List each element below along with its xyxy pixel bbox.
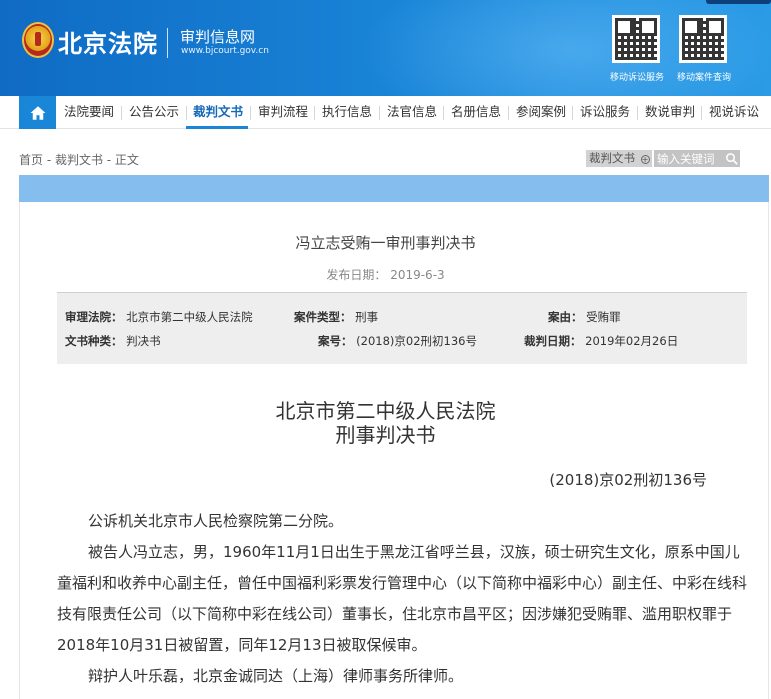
qr-code-case-query <box>679 15 727 63</box>
info-judge-date-value: 2019年02月26日 <box>585 334 679 348</box>
search-icon[interactable] <box>724 151 739 166</box>
site-name[interactable]: 北京法院 <box>58 24 158 59</box>
info-case-type-value: 刑事 <box>355 310 379 324</box>
publish-date-value: 2019-6-3 <box>390 268 445 282</box>
content-header-band <box>19 175 769 202</box>
nav-item-data-trial[interactable]: 数说审判 <box>645 96 695 129</box>
info-doc-type-label: 文书种类： <box>65 334 123 348</box>
info-judge-date-label: 裁判日期： <box>524 334 582 348</box>
search-scope-label: 裁判文书 <box>589 151 635 165</box>
qr-code-litigation <box>612 15 660 63</box>
nav-item-reference-cases[interactable]: 参阅案例 <box>516 96 566 129</box>
nav-separator <box>379 106 380 120</box>
nav-item-announcements[interactable]: 公告公示 <box>129 96 179 129</box>
nav-item-execution[interactable]: 执行信息 <box>322 96 372 129</box>
info-cause-value: 受贿罪 <box>586 310 621 324</box>
document-kind-heading: 刑事判决书 <box>335 423 436 447</box>
main-nav: 法院要闻 公告公示 裁判文书 审判流程 执行信息 法官信息 名册信息 参阅案例 … <box>0 96 771 129</box>
nav-item-video-litigation[interactable]: 视说诉讼 <box>709 96 759 129</box>
info-case-no: 案号： (2018)京02刑初136号 <box>318 333 477 349</box>
nav-separator <box>121 106 122 120</box>
nav-item-litigation-service[interactable]: 诉讼服务 <box>580 96 630 129</box>
court-emblem-icon <box>22 22 54 58</box>
info-court-value: 北京市第二中级人民法院 <box>126 310 253 324</box>
site-url: www.bjcourt.gov.cn <box>181 46 269 56</box>
site-header: 北京法院 审判信息网 www.bjcourt.gov.cn 移动诉讼服务 移动案… <box>0 0 771 96</box>
qr-label-case-query: 移动案件查询 <box>677 73 732 83</box>
info-case-type-label: 案件类型： <box>294 310 352 324</box>
home-button[interactable] <box>19 96 56 129</box>
nav-separator <box>508 106 509 120</box>
info-judge-date: 裁判日期： 2019年02月26日 <box>524 333 678 349</box>
nav-item-judges[interactable]: 法官信息 <box>387 96 437 129</box>
nav-item-judgments[interactable]: 裁判文书 <box>193 96 243 129</box>
nav-separator <box>443 106 444 120</box>
expand-icon: + <box>640 155 650 164</box>
qr-label-litigation: 移动诉讼服务 <box>610 73 665 83</box>
nav-active-indicator <box>186 126 248 129</box>
info-case-no-value: (2018)京02刑初136号 <box>356 334 477 348</box>
site-subtitle: 审判信息网 <box>180 28 256 46</box>
case-info-box: 审理法院： 北京市第二中级人民法院 案件类型： 刑事 案由： 受贿罪 文书种类：… <box>57 292 747 364</box>
info-doc-type-value: 判决书 <box>126 334 161 348</box>
info-doc-type: 文书种类： 判决书 <box>65 333 161 349</box>
publish-date: 发布日期： 2019-6-3 <box>0 266 771 283</box>
info-court: 审理法院： 北京市第二中级人民法院 <box>65 309 253 325</box>
info-cause: 案由： 受贿罪 <box>548 309 621 325</box>
nav-separator <box>250 106 251 120</box>
nav-separator <box>701 106 702 120</box>
case-number: (2018)京02刑初136号 <box>549 471 707 489</box>
home-icon <box>30 105 45 120</box>
info-court-label: 审理法院： <box>65 310 123 324</box>
search-scope-select[interactable]: 裁判文书 + <box>586 150 652 167</box>
document-title: 冯立志受贿一审刑事判决书 <box>295 234 476 252</box>
nav-item-registry[interactable]: 名册信息 <box>451 96 501 129</box>
info-case-type: 案件类型： 刑事 <box>294 309 378 325</box>
paragraph: 被告人冯立志，男，1960年11月1日出生于黑龙江省呼兰县，汉族，硕士研究生文化… <box>57 543 748 654</box>
header-divider <box>167 28 168 58</box>
nav-item-trial-process[interactable]: 审判流程 <box>258 96 308 129</box>
paragraph: 辩护人叶乐磊，北京金诚同达（上海）律师事务所律师。 <box>88 667 464 685</box>
nav-item-news[interactable]: 法院要闻 <box>64 96 114 129</box>
top-tab[interactable] <box>706 0 771 4</box>
nav-separator <box>572 106 573 120</box>
nav-separator <box>637 106 638 120</box>
info-cause-label: 案由： <box>548 310 583 324</box>
nav-separator <box>186 106 187 120</box>
nav-separator <box>314 106 315 120</box>
paragraph: 公诉机关北京市人民检察院第二分院。 <box>88 512 344 530</box>
publish-date-label: 发布日期： <box>326 268 387 282</box>
breadcrumb[interactable]: 首页 - 裁判文书 - 正文 <box>19 151 139 168</box>
info-case-no-label: 案号： <box>318 334 353 348</box>
